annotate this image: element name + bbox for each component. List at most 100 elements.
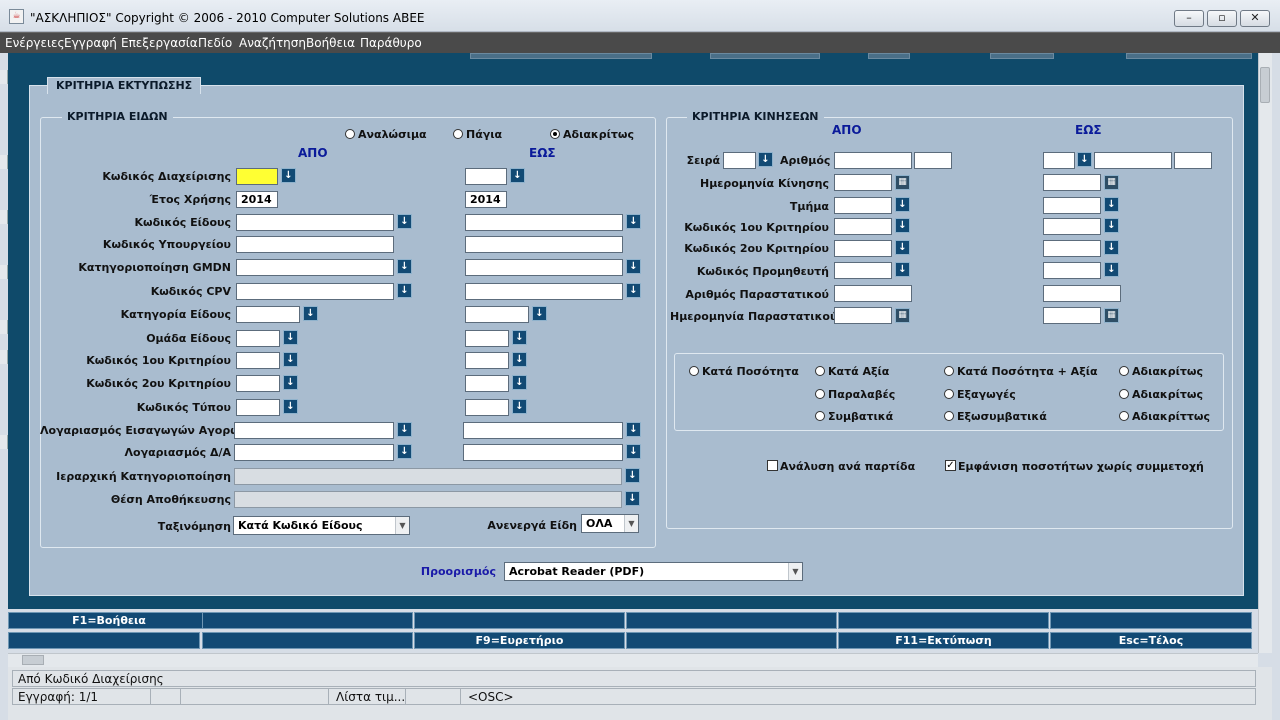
type-to-lov-icon[interactable]: ↓ — [512, 399, 527, 414]
fkey-blank[interactable] — [8, 632, 200, 649]
vertical-scrollbar[interactable] — [1258, 53, 1272, 653]
fkey-blank[interactable] — [414, 612, 625, 629]
category-to-input[interactable] — [465, 306, 529, 323]
number-from-ext-input[interactable] — [914, 152, 952, 169]
calendar-icon[interactable]: ▦ — [895, 308, 910, 323]
radio-fixed-assets[interactable] — [453, 129, 463, 139]
department-to-input[interactable] — [1043, 197, 1101, 214]
item-code-from-lov-icon[interactable]: ↓ — [397, 214, 412, 229]
cpv-from-lov-icon[interactable]: ↓ — [397, 283, 412, 298]
fkey-blank[interactable] — [1050, 612, 1252, 629]
import-account-from-input[interactable] — [234, 422, 394, 439]
radio-receipts[interactable] — [815, 389, 825, 399]
series-from-lov-icon[interactable]: ↓ — [758, 152, 773, 167]
cpv-to-lov-icon[interactable]: ↓ — [626, 283, 641, 298]
group-to-lov-icon[interactable]: ↓ — [512, 330, 527, 345]
number-to-input[interactable] — [1094, 152, 1172, 169]
menu-edit[interactable]: Επεξεργασία — [121, 36, 198, 50]
mv-criterion1-to-lov-icon[interactable]: ↓ — [1104, 218, 1119, 233]
radio-quantity-value[interactable] — [944, 366, 954, 376]
ministry-code-from-input[interactable] — [236, 236, 394, 253]
mv-criterion1-from-input[interactable] — [834, 218, 892, 235]
document-date-to-input[interactable] — [1043, 307, 1101, 324]
radio-consumables[interactable] — [345, 129, 355, 139]
storage-input[interactable] — [234, 491, 622, 508]
document-date-from-input[interactable] — [834, 307, 892, 324]
vertical-scroll-thumb[interactable] — [1260, 67, 1270, 103]
menu-record[interactable]: Εγγραφή — [64, 36, 117, 50]
year-to-input[interactable]: 2014 — [465, 191, 507, 208]
mv-criterion2-from-input[interactable] — [834, 240, 892, 257]
radio-exports[interactable] — [944, 389, 954, 399]
menu-actions[interactable]: Ενέργειες — [5, 36, 65, 50]
fkey-blank[interactable] — [202, 632, 413, 649]
fkey-blank[interactable] — [626, 632, 837, 649]
criterion1-from-lov-icon[interactable]: ↓ — [283, 352, 298, 367]
category-to-lov-icon[interactable]: ↓ — [532, 306, 547, 321]
gmdn-to-input[interactable] — [465, 259, 623, 276]
radio-by-quantity[interactable] — [689, 366, 699, 376]
gmdn-to-lov-icon[interactable]: ↓ — [626, 259, 641, 274]
type-from-input[interactable] — [236, 399, 280, 416]
number-from-input[interactable] — [834, 152, 912, 169]
import-account-to-input[interactable] — [463, 422, 623, 439]
fkey-blank[interactable] — [202, 612, 413, 629]
chevron-down-icon[interactable]: ▼ — [395, 517, 409, 534]
criterion1-to-lov-icon[interactable]: ↓ — [512, 352, 527, 367]
department-to-lov-icon[interactable]: ↓ — [1104, 197, 1119, 212]
item-code-from-input[interactable] — [236, 214, 394, 231]
supplier-to-input[interactable] — [1043, 262, 1101, 279]
esc-exit-button[interactable]: Esc=Τέλος — [1050, 632, 1252, 649]
da-account-from-input[interactable] — [234, 444, 394, 461]
fkey-blank[interactable] — [626, 612, 837, 629]
radio-non-contractual[interactable] — [944, 411, 954, 421]
number-to-ext-input[interactable] — [1174, 152, 1212, 169]
menu-field[interactable]: Πεδίο — [198, 36, 232, 50]
series-to-input[interactable] — [1043, 152, 1075, 169]
group-from-input[interactable] — [236, 330, 280, 347]
move-date-to-input[interactable] — [1043, 174, 1101, 191]
calendar-icon[interactable]: ▦ — [1104, 175, 1119, 190]
lot-analysis-checkbox[interactable] — [767, 460, 778, 471]
mv-criterion2-to-lov-icon[interactable]: ↓ — [1104, 240, 1119, 255]
gmdn-from-lov-icon[interactable]: ↓ — [397, 259, 412, 274]
sort-select[interactable]: Κατά Κωδικό Είδους ▼ — [233, 516, 410, 535]
import-account-to-lov-icon[interactable]: ↓ — [626, 422, 641, 437]
calendar-icon[interactable]: ▦ — [895, 175, 910, 190]
mgmt-code-from-lov-icon[interactable]: ↓ — [281, 168, 296, 183]
fkey-blank[interactable] — [838, 612, 1049, 629]
close-button[interactable]: ✕ — [1240, 10, 1270, 27]
panel-tab[interactable]: ΚΡΙΤΗΡΙΑ ΕΚΤΥΠΩΣΗΣ — [47, 77, 202, 94]
department-from-input[interactable] — [834, 197, 892, 214]
criterion2-to-lov-icon[interactable]: ↓ — [512, 375, 527, 390]
maximize-button[interactable]: ▫ — [1207, 10, 1237, 27]
type-to-input[interactable] — [465, 399, 509, 416]
mv-criterion1-from-lov-icon[interactable]: ↓ — [895, 218, 910, 233]
calendar-icon[interactable]: ▦ — [1104, 308, 1119, 323]
category-from-lov-icon[interactable]: ↓ — [303, 306, 318, 321]
cpv-from-input[interactable] — [236, 283, 394, 300]
criterion1-to-input[interactable] — [465, 352, 509, 369]
ministry-code-to-input[interactable] — [465, 236, 623, 253]
zero-qty-checkbox[interactable]: ✓ — [945, 460, 956, 471]
menu-window[interactable]: Παράθυρο — [360, 36, 422, 50]
minimize-button[interactable]: – — [1174, 10, 1204, 27]
type-from-lov-icon[interactable]: ↓ — [283, 399, 298, 414]
series-to-lov-icon[interactable]: ↓ — [1077, 152, 1092, 167]
criterion2-from-input[interactable] — [236, 375, 280, 392]
f9-index-button[interactable]: F9=Ευρετήριο — [414, 632, 625, 649]
menu-help[interactable]: Βοήθεια — [306, 36, 355, 50]
hierarchy-lov-icon[interactable]: ↓ — [625, 468, 640, 483]
storage-lov-icon[interactable]: ↓ — [625, 491, 640, 506]
mgmt-code-from-input[interactable] — [236, 168, 278, 185]
da-account-to-lov-icon[interactable]: ↓ — [626, 444, 641, 459]
hierarchy-input[interactable] — [234, 468, 622, 485]
document-number-to-input[interactable] — [1043, 285, 1121, 302]
mv-criterion2-to-input[interactable] — [1043, 240, 1101, 257]
mgmt-code-to-lov-icon[interactable]: ↓ — [510, 168, 525, 183]
horizontal-scrollbar[interactable] — [8, 653, 1258, 667]
da-account-to-input[interactable] — [463, 444, 623, 461]
item-code-to-input[interactable] — [465, 214, 623, 231]
radio-all-items[interactable] — [550, 129, 560, 139]
radio-all-1[interactable] — [1119, 366, 1129, 376]
